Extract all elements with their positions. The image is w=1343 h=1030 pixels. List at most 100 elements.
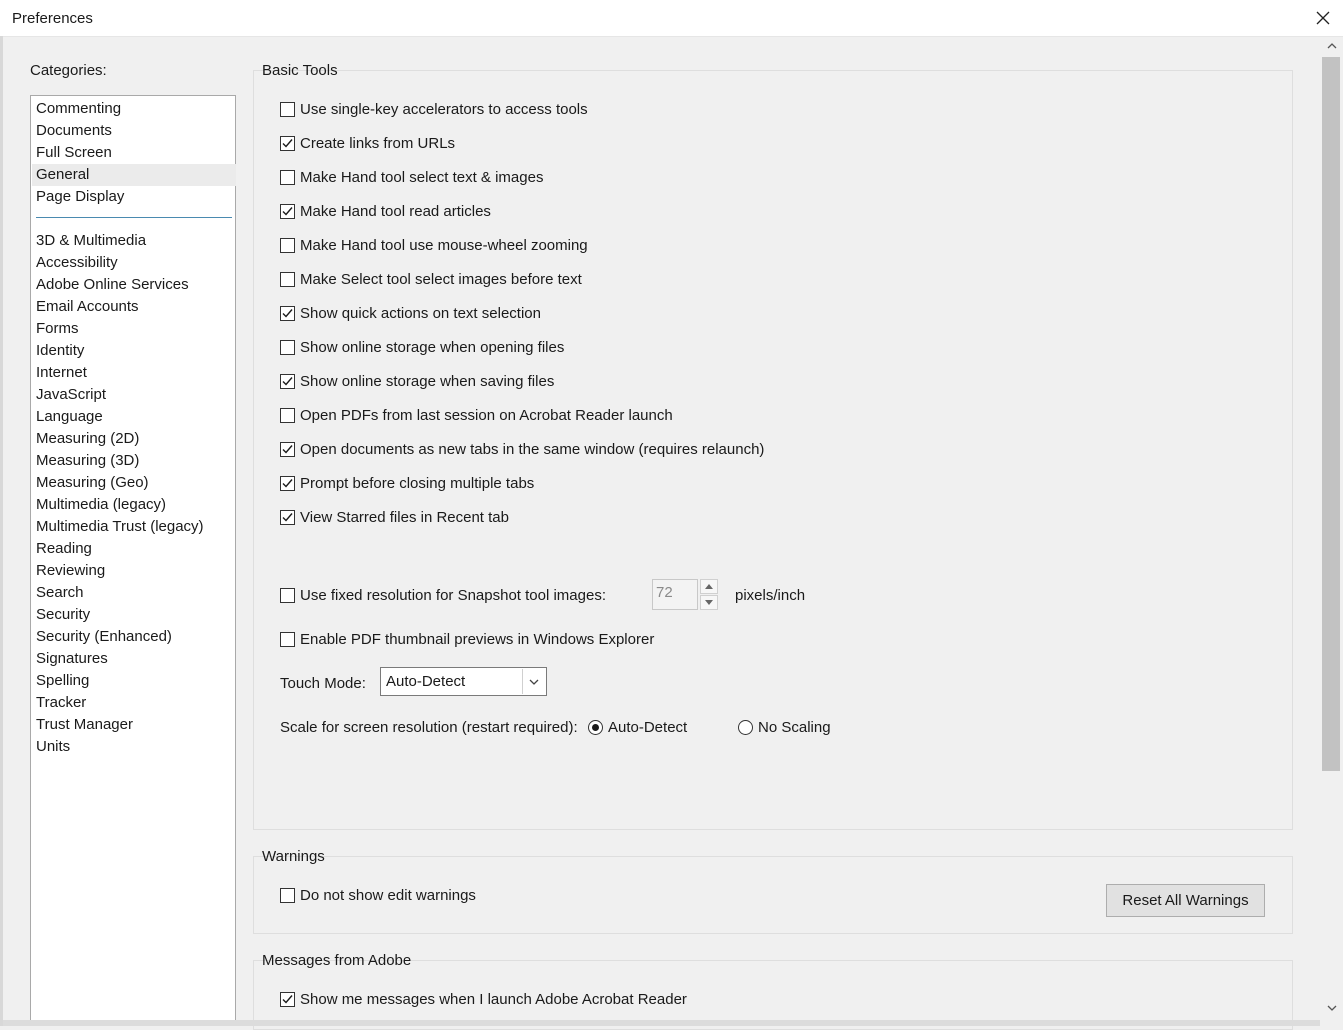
category-units[interactable]: Units [32,736,236,758]
checkbox[interactable] [280,305,295,321]
category-identity[interactable]: Identity [32,340,236,362]
option-hand-tool-select-text[interactable]: Make Hand tool select text & images [280,167,543,187]
checkbox[interactable] [280,991,295,1007]
close-icon [1316,11,1330,25]
checkbox[interactable] [280,373,295,389]
touch-mode-select[interactable]: Auto-Detect [380,667,547,696]
radio-label: Auto-Detect [608,718,688,736]
option-open-as-tabs[interactable]: Open documents as new tabs in the same w… [280,439,764,459]
category-documents[interactable]: Documents [32,120,236,142]
option-hand-tool-wheel-zoom[interactable]: Make Hand tool use mouse-wheel zooming [280,235,588,255]
scroll-thumb[interactable] [1322,57,1340,771]
checkbox[interactable] [280,887,295,903]
category-separator [36,217,232,218]
option-no-edit-warnings[interactable]: Do not show edit warnings [280,885,476,905]
category-page-display[interactable]: Page Display [32,186,236,208]
category-tracker[interactable]: Tracker [32,692,236,714]
category-reviewing[interactable]: Reviewing [32,560,236,582]
option-open-last-session[interactable]: Open PDFs from last session on Acrobat R… [280,405,673,425]
option-single-key-accelerators[interactable]: Use single-key accelerators to access to… [280,99,588,119]
category-3d-multimedia[interactable]: 3D & Multimedia [32,230,236,252]
category-forms[interactable]: Forms [32,318,236,340]
snapshot-resolution-input[interactable]: 72 [652,579,698,610]
checkbox[interactable] [280,237,295,253]
category-security-enhanced[interactable]: Security (Enhanced) [32,626,236,648]
category-general[interactable]: General [32,164,236,186]
category-measuring-geo[interactable]: Measuring (Geo) [32,472,236,494]
option-thumbnail-previews[interactable]: Enable PDF thumbnail previews in Windows… [280,629,654,649]
checkbox[interactable] [280,407,295,423]
option-label: Show quick actions on text selection [300,304,541,322]
chevron-up-icon [1327,43,1336,49]
checkmark-icon [282,308,293,318]
category-trust-manager[interactable]: Trust Manager [32,714,236,736]
category-signatures[interactable]: Signatures [32,648,236,670]
checkbox[interactable] [280,339,295,355]
option-label: Show me messages when I launch Adobe Acr… [300,990,687,1008]
checkbox[interactable] [280,631,295,647]
category-measuring-2d[interactable]: Measuring (2D) [32,428,236,450]
radio-button[interactable] [588,719,603,735]
radio-auto-detect[interactable]: Auto-Detect [588,717,687,737]
checkmark-icon [282,512,293,522]
warnings-title: Warnings [262,848,325,865]
checkbox[interactable] [280,203,295,219]
checkbox[interactable] [280,101,295,117]
checkbox[interactable] [280,169,295,185]
option-label: Enable PDF thumbnail previews in Windows… [300,630,655,648]
scroll-up-button[interactable] [1320,37,1343,55]
category-search[interactable]: Search [32,582,236,604]
option-select-tool-images-first[interactable]: Make Select tool select images before te… [280,269,582,289]
checkbox[interactable] [280,271,295,287]
window-border [0,36,3,1026]
radio-no-scaling[interactable]: No Scaling [738,717,831,737]
category-accessibility[interactable]: Accessibility [32,252,236,274]
option-prompt-closing-tabs[interactable]: Prompt before closing multiple tabs [280,473,534,493]
option-snapshot-resolution[interactable]: Use fixed resolution for Snapshot tool i… [280,585,606,605]
checkmark-icon [282,444,293,454]
option-online-storage-opening[interactable]: Show online storage when opening files [280,337,564,357]
reset-all-warnings-button[interactable]: Reset All Warnings [1106,884,1265,917]
category-commenting[interactable]: Commenting [32,98,236,120]
vertical-scrollbar[interactable] [1320,37,1343,1026]
category-security[interactable]: Security [32,604,236,626]
categories-list[interactable]: Commenting Documents Full Screen General… [30,95,236,1026]
category-multimedia-trust-legacy[interactable]: Multimedia Trust (legacy) [32,516,236,538]
category-adobe-online-services[interactable]: Adobe Online Services [32,274,236,296]
checkmark-icon [282,138,293,148]
option-quick-actions[interactable]: Show quick actions on text selection [280,303,541,323]
category-internet[interactable]: Internet [32,362,236,384]
category-multimedia-legacy[interactable]: Multimedia (legacy) [32,494,236,516]
option-label: Use fixed resolution for Snapshot tool i… [300,586,606,604]
checkbox[interactable] [280,509,295,525]
option-label: Open documents as new tabs in the same w… [300,440,765,458]
checkbox[interactable] [280,475,295,491]
category-full-screen[interactable]: Full Screen [32,142,236,164]
option-create-links[interactable]: Create links from URLs [280,133,455,153]
option-label: Prompt before closing multiple tabs [300,474,535,492]
close-button[interactable] [1309,4,1337,32]
option-label: Show online storage when saving files [300,372,555,390]
category-measuring-3d[interactable]: Measuring (3D) [32,450,236,472]
option-online-storage-saving[interactable]: Show online storage when saving files [280,371,554,391]
category-email-accounts[interactable]: Email Accounts [32,296,236,318]
option-label: View Starred files in Recent tab [300,508,509,526]
checkbox[interactable] [280,441,295,457]
option-label: Make Hand tool read articles [300,202,491,220]
category-spelling[interactable]: Spelling [32,670,236,692]
option-label: Make Hand tool select text & images [300,168,544,186]
option-show-adobe-messages[interactable]: Show me messages when I launch Adobe Acr… [280,989,687,1009]
chevron-down-icon [1327,1005,1336,1011]
category-language[interactable]: Language [32,406,236,428]
checkbox[interactable] [280,135,295,151]
checkbox[interactable] [280,587,295,603]
basic-tools-title: Basic Tools [262,62,338,79]
category-javascript[interactable]: JavaScript [32,384,236,406]
radio-button[interactable] [738,719,753,735]
spin-up-button[interactable] [700,579,718,594]
spin-down-button[interactable] [700,595,718,610]
scroll-down-button[interactable] [1320,999,1343,1017]
category-reading[interactable]: Reading [32,538,236,560]
option-hand-tool-read-articles[interactable]: Make Hand tool read articles [280,201,491,221]
option-view-starred-files[interactable]: View Starred files in Recent tab [280,507,509,527]
